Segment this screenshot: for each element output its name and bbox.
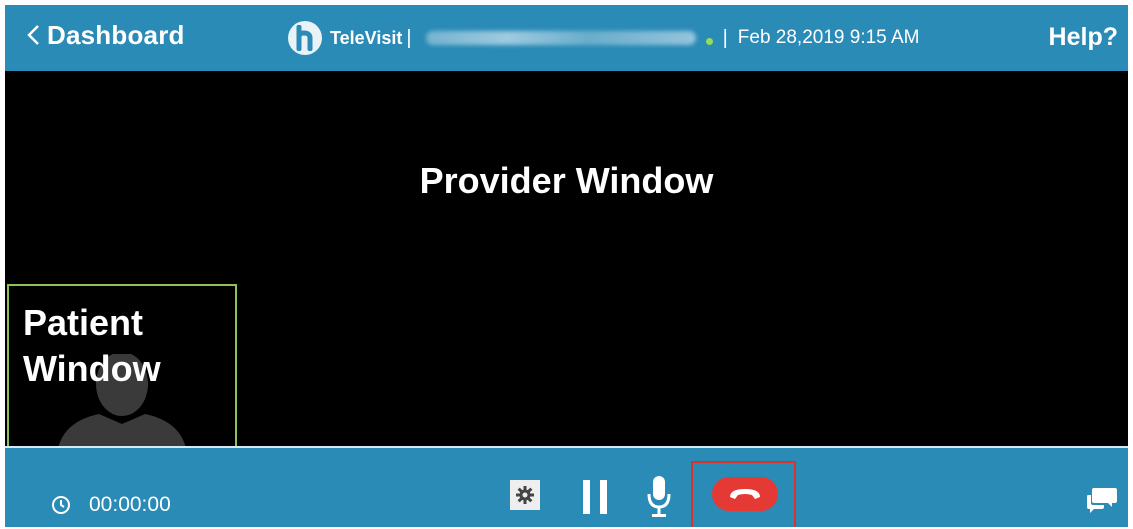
- chat-button[interactable]: [1086, 486, 1118, 514]
- call-timer-value: 00:00:00: [89, 493, 171, 516]
- online-status-icon: [705, 37, 713, 45]
- dashboard-back-label: Dashboard: [47, 19, 185, 50]
- televisit-logo-icon: [288, 21, 322, 55]
- patient-window[interactable]: Patient Window: [7, 284, 237, 452]
- patient-label-line1: Patient: [23, 302, 144, 343]
- brand-separator: |: [406, 26, 412, 49]
- brand-bar: TeleVisit | | Feb 28,2019 9:15 AM: [288, 21, 919, 55]
- settings-button[interactable]: [510, 480, 540, 510]
- brand-name: TeleVisit: [330, 27, 403, 48]
- call-controls-bar: 00:00:00: [5, 446, 1128, 527]
- microphone-icon: [647, 476, 671, 517]
- datetime-separator: |: [722, 26, 728, 49]
- redacted-patient-name: [425, 31, 696, 45]
- top-bar: Dashboard TeleVisit | | Feb 28,2019 9:15…: [5, 5, 1128, 71]
- chat-icon: [1087, 488, 1117, 513]
- end-call-highlight: [691, 461, 796, 527]
- help-link[interactable]: Help?: [1049, 23, 1118, 52]
- end-call-button[interactable]: [712, 477, 778, 511]
- televisit-call-window: Dashboard TeleVisit | | Feb 28,2019 9:15…: [5, 5, 1128, 527]
- pause-button[interactable]: [579, 478, 611, 516]
- patient-window-label: Patient Window: [23, 300, 161, 392]
- gear-icon: [516, 486, 534, 504]
- pause-icon: [583, 480, 590, 514]
- clock-icon: [52, 496, 70, 514]
- session-datetime: Feb 28,2019 9:15 AM: [737, 27, 920, 48]
- phone-hangup-icon: [730, 489, 760, 499]
- microphone-button[interactable]: [646, 474, 672, 520]
- call-timer: 00:00:00: [51, 493, 171, 517]
- provider-window-label: Provider Window: [419, 160, 714, 201]
- patient-label-line2: Window: [23, 348, 161, 389]
- dashboard-back-button[interactable]: Dashboard: [25, 19, 185, 51]
- chevron-left-icon: [27, 25, 39, 45]
